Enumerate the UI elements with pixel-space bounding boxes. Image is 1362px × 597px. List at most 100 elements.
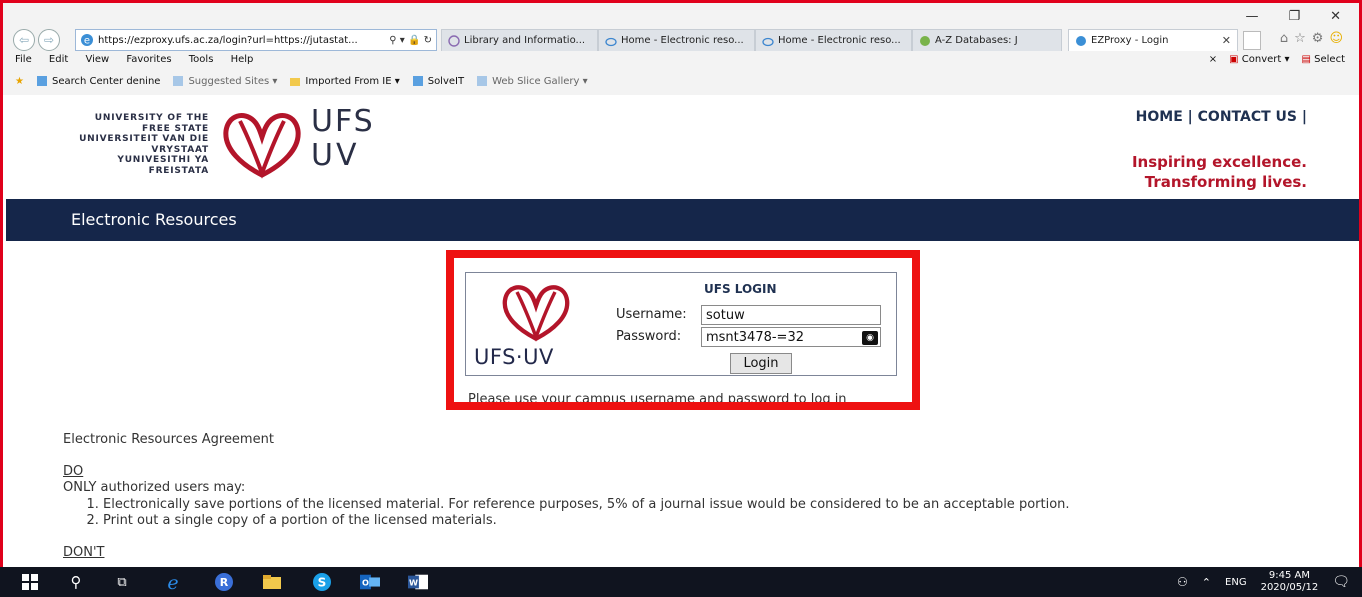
list-item: Electronically save portions of the lice… — [103, 497, 1313, 514]
tab-label: Library and Informatio... — [464, 35, 586, 46]
tab-label: Home - Electronic reso... — [778, 35, 901, 46]
ie-page-icon — [173, 76, 184, 86]
internet-explorer-icon[interactable]: e — [163, 572, 183, 592]
top-navigation: HOME | CONTACT US | — [1136, 109, 1307, 125]
ie-page-icon — [36, 76, 47, 86]
menu-view[interactable]: View — [85, 54, 109, 65]
menu-bar: File Edit View Favorites Tools Help × ▣ … — [15, 54, 1351, 68]
ie-page-icon — [1076, 35, 1086, 46]
word-icon[interactable]: W — [408, 572, 428, 592]
nav-separator: | — [1301, 109, 1307, 125]
smiley-icon[interactable]: ☺ — [1329, 31, 1343, 46]
skype-icon[interactable]: S — [312, 572, 332, 592]
do-intro: ONLY authorized users may: — [63, 480, 246, 495]
notifications-icon[interactable]: 🗨 — [1332, 574, 1350, 590]
pdf-icon: ▣ — [1229, 54, 1239, 65]
tab-label: EZProxy - Login — [1091, 35, 1169, 46]
svg-text:e: e — [84, 36, 90, 47]
dont-heading: DON'T — [63, 544, 105, 560]
close-toolbar-icon[interactable]: × — [1209, 54, 1217, 65]
menu-file[interactable]: File — [15, 54, 32, 65]
clock-date: 2020/05/12 — [1260, 582, 1319, 593]
nav-home-link[interactable]: HOME — [1136, 109, 1183, 125]
favorites-star-icon[interactable]: ★ — [15, 76, 24, 87]
svg-text:S: S — [318, 576, 327, 590]
refresh-icon[interactable]: ↻ — [424, 35, 432, 46]
logo-text-ufs: UFS — [311, 104, 375, 139]
fav-imported-from-ie[interactable]: Imported From IE ▾ — [289, 75, 400, 87]
search-icon[interactable]: ⚲ — [389, 35, 396, 46]
tab-label: Home - Electronic reso... — [621, 35, 744, 46]
section-banner: Electronic Resources — [6, 199, 1359, 241]
gear-icon[interactable]: ⚙ — [1312, 31, 1324, 46]
star-icon[interactable]: ☆ — [1294, 31, 1306, 46]
fav-web-slice-gallery[interactable]: Web Slice Gallery ▾ — [476, 75, 588, 87]
address-url: https://ezproxy.ufs.ac.za/login?url=http… — [98, 34, 358, 46]
menu-right-tools: × ▣ Convert ▾ ▤ Select — [1209, 54, 1345, 65]
windows-start-icon[interactable] — [20, 572, 40, 592]
language-indicator[interactable]: ENG — [1225, 577, 1247, 588]
nav-contact-link[interactable]: CONTACT US — [1198, 109, 1297, 125]
system-tray: ⚇ ⌃ ENG 9:45 AM 2020/05/12 🗨 — [1177, 567, 1350, 597]
svg-text:O: O — [362, 578, 369, 588]
svg-text:W: W — [409, 578, 418, 588]
home-icon[interactable]: ⌂ — [1280, 31, 1288, 46]
do-heading: DO — [63, 463, 84, 479]
back-arrow-icon: ⇦ — [18, 33, 30, 47]
university-name: UNIVERSITY OF THE FREE STATE UNIVERSITEI… — [79, 113, 209, 176]
address-bar[interactable]: e https://ezproxy.ufs.ac.za/login?url=ht… — [75, 29, 437, 51]
fav-search-center[interactable]: Search Center denine — [36, 75, 160, 87]
outlook-icon[interactable]: O — [360, 572, 380, 592]
fav-suggested-sites[interactable]: Suggested Sites ▾ — [172, 75, 277, 87]
convert-button[interactable]: ▣ Convert ▾ — [1229, 54, 1289, 65]
forward-button[interactable]: ⇨ — [38, 29, 60, 51]
menu-tools[interactable]: Tools — [189, 54, 214, 65]
restore-icon[interactable]: ❐ — [1288, 9, 1300, 24]
agreement-title: Electronic Resources Agreement — [63, 432, 274, 447]
fav-solveit[interactable]: SolveIT — [412, 75, 464, 87]
cloud-icon — [762, 37, 774, 46]
file-explorer-icon[interactable] — [262, 572, 282, 592]
ie-page-icon — [920, 35, 930, 46]
back-button[interactable]: ⇦ — [13, 29, 35, 51]
globe-icon — [448, 34, 460, 47]
dropdown-icon[interactable]: ▾ — [400, 35, 405, 46]
clock[interactable]: 9:45 AM 2020/05/12 — [1261, 570, 1319, 594]
task-view-icon[interactable]: ⧉ — [112, 572, 132, 592]
select-button[interactable]: ▤ Select — [1302, 54, 1346, 65]
site-header: UNIVERSITY OF THE FREE STATE UNIVERSITEI… — [6, 99, 1359, 199]
browser-chrome: — ❐ ✕ ⇦ ⇨ e https://ezproxy.ufs.ac.za/lo… — [3, 3, 1359, 95]
tab-label: A-Z Databases: J — [935, 35, 1018, 46]
menu-favorites[interactable]: Favorites — [126, 54, 171, 65]
close-icon[interactable]: ✕ — [1330, 9, 1341, 24]
new-tab-button[interactable] — [1243, 31, 1261, 50]
chevron-up-icon[interactable]: ⌃ — [1202, 576, 1211, 589]
agreement-section: Electronic Resources Agreement DO ONLY a… — [63, 432, 1313, 561]
forward-arrow-icon: ⇨ — [43, 33, 55, 47]
folder-icon — [290, 78, 301, 86]
tab-az-databases[interactable]: A-Z Databases: J — [912, 29, 1062, 51]
do-list: Electronically save portions of the lice… — [63, 497, 1313, 530]
people-icon[interactable]: ⚇ — [1177, 575, 1188, 589]
tab-home-2[interactable]: Home - Electronic reso... — [755, 29, 912, 51]
clock-time: 9:45 AM — [1268, 570, 1310, 581]
tab-library[interactable]: Library and Informatio... — [441, 29, 598, 51]
ie-page-icon — [477, 76, 488, 86]
minimize-icon[interactable]: — — [1245, 9, 1258, 24]
menu-edit[interactable]: Edit — [49, 54, 68, 65]
menu-help[interactable]: Help — [231, 54, 254, 65]
window-controls: — ❐ ✕ — [1245, 9, 1341, 24]
tab-home-1[interactable]: Home - Electronic reso... — [598, 29, 755, 51]
favorites-bar: ★ Search Center denine Suggested Sites ▾… — [15, 73, 1351, 89]
cloud-icon — [605, 37, 617, 46]
ufs-logo-icon[interactable] — [218, 107, 306, 179]
lock-icon[interactable]: 🔒 — [408, 35, 420, 46]
list-item: Print out a single copy of a portion of … — [103, 513, 1313, 530]
close-tab-icon[interactable]: ✕ — [1222, 34, 1231, 47]
tab-row: ⇦ ⇨ e https://ezproxy.ufs.ac.za/login?ur… — [13, 29, 1349, 51]
search-icon[interactable]: ⚲ — [66, 572, 86, 592]
ie-page-icon: e — [81, 34, 93, 47]
r-app-icon[interactable]: R — [214, 572, 234, 592]
tab-ezproxy-login[interactable]: EZProxy - Login ✕ — [1068, 29, 1238, 51]
address-tools: ⚲ ▾ 🔒 ↻ — [389, 35, 436, 46]
